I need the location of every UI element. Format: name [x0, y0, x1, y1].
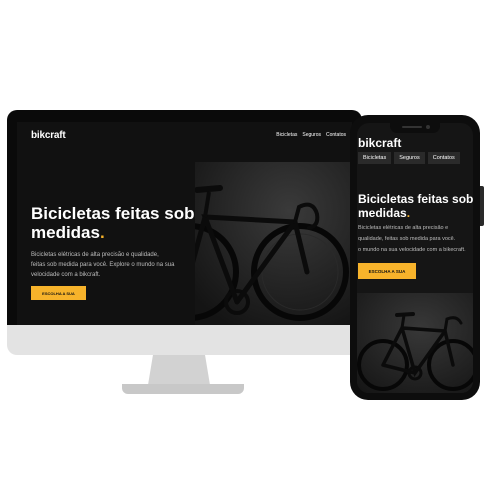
desktop-cta-button[interactable]: ESCOLHA A SUA	[31, 286, 86, 300]
desktop-hero-description: Bicicletas elétricas de alta precisão e …	[31, 250, 191, 280]
phone-side-button	[480, 186, 484, 226]
desktop-monitor: bikcraft Bicicletas Seguros Contatos Bic…	[7, 110, 362, 355]
bicycle-photo-icon	[195, 162, 352, 325]
desc-line: o mundo na sua velocidade com a bikecraf…	[358, 247, 466, 253]
nav-item-bicicletas[interactable]: Bicicletas	[276, 132, 297, 138]
desc-line: qualidade, feitas sob medida para você.	[358, 236, 456, 242]
mobile-nav-item-bicicletas[interactable]: Bicicletas	[358, 152, 392, 164]
mobile-hero-description: Bicicletas elétricas de alta precisão e …	[358, 223, 473, 256]
nav-item-contatos[interactable]: Contatos	[326, 132, 346, 138]
monitor-chin	[7, 325, 362, 355]
phone-notch	[390, 123, 440, 133]
camera-icon	[426, 125, 430, 129]
speaker-icon	[402, 126, 422, 128]
mobile-logo[interactable]: bikcraft	[358, 136, 401, 150]
hero-title-accent: .	[99, 223, 105, 242]
desc-line: Bicicletas elétricas de alta precisão e …	[31, 252, 159, 258]
mobile-hero-title: Bicicletas feitas sob medidas.	[358, 192, 473, 220]
hero-title-accent: .	[406, 206, 411, 220]
desc-line: Bicicletas elétricas de alta precisão e	[358, 225, 449, 231]
mobile-nav-item-seguros[interactable]: Seguros	[394, 152, 425, 164]
bicycle-photo	[357, 293, 473, 393]
desc-line: feitas sob medida para você. Explore o m…	[31, 262, 175, 268]
monitor-bezel: bikcraft Bicicletas Seguros Contatos Bic…	[7, 110, 362, 325]
desktop-hero-title: Bicicletas feitas sob medidas.	[31, 204, 196, 242]
mobile-nav-item-contatos[interactable]: Contatos	[427, 152, 460, 164]
desktop-nav: Bicicletas Seguros Contatos	[276, 132, 346, 138]
desktop-header: bikcraft Bicicletas Seguros Contatos	[17, 122, 352, 148]
desktop-screen: bikcraft Bicicletas Seguros Contatos Bic…	[17, 122, 352, 325]
mobile-nav: Bicicletas Seguros Contatos	[358, 152, 460, 164]
nav-item-seguros[interactable]: Seguros	[302, 132, 321, 138]
bicycle-photo	[195, 162, 352, 325]
monitor-stand-base	[122, 384, 244, 394]
hero-title-text: Bicicletas feitas sob medidas	[358, 192, 473, 220]
mobile-cta-button[interactable]: ESCOLHA A SUA	[358, 263, 416, 279]
monitor-stand-neck	[148, 355, 210, 385]
mobile-phone: bikcraft Bicicletas Seguros Contatos Bic…	[350, 115, 480, 400]
mobile-screen: bikcraft Bicicletas Seguros Contatos Bic…	[357, 123, 473, 393]
hero-title-text: Bicicletas feitas sob medidas	[31, 204, 195, 242]
bicycle-photo-icon	[357, 293, 473, 393]
desktop-logo[interactable]: bikcraft	[31, 130, 66, 141]
desc-line: velocidade com a bikcraft.	[31, 272, 101, 278]
